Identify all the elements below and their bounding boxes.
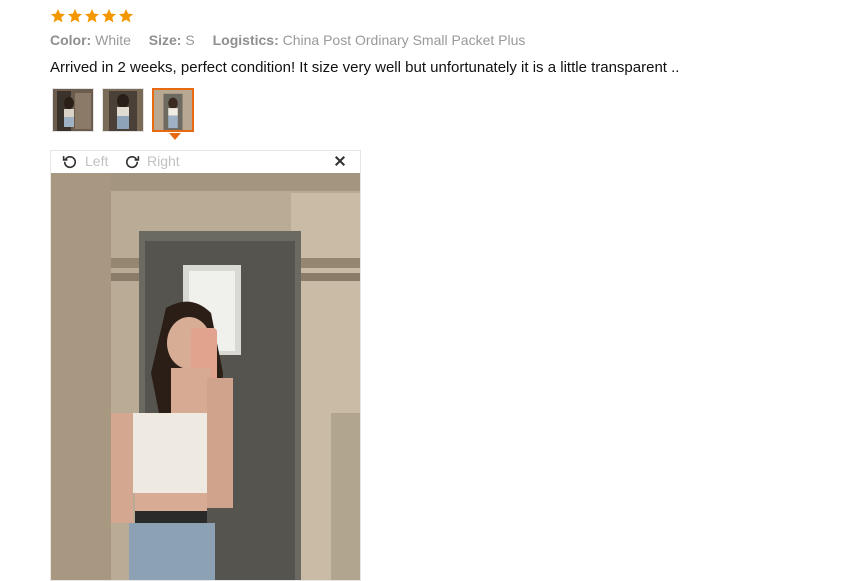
rotate-left-icon — [62, 156, 77, 169]
rotate-right-button[interactable]: Right — [123, 152, 180, 170]
close-viewer-button[interactable] — [332, 152, 348, 170]
thumbnail-image — [154, 90, 192, 130]
order-attributes: Color: White Size: S Logistics: China Po… — [50, 32, 539, 48]
star-icon — [51, 9, 65, 23]
color-label: Color: — [50, 32, 92, 48]
selected-thumbnail-indicator — [169, 133, 181, 140]
thumbnail-2[interactable] — [102, 88, 144, 132]
review-photo — [51, 173, 360, 580]
star-icon — [119, 9, 133, 23]
size-attribute: Size: S — [149, 32, 195, 48]
color-attribute: Color: White — [50, 32, 131, 48]
logistics-attribute: Logistics: China Post Ordinary Small Pac… — [213, 32, 526, 48]
star-icon — [85, 9, 99, 23]
close-icon — [334, 155, 346, 167]
star-icon — [68, 9, 82, 23]
review-text: Arrived in 2 weeks, perfect condition! I… — [50, 59, 680, 76]
thumbnail-3[interactable] — [152, 88, 194, 132]
thumbnail-image — [53, 89, 93, 131]
logistics-label: Logistics: — [212, 32, 279, 48]
rotate-left-label: Left — [85, 153, 109, 169]
rotate-right-icon — [125, 156, 140, 169]
size-value: S — [185, 32, 195, 48]
thumbnail-1[interactable] — [52, 88, 94, 132]
logistics-value: China Post Ordinary Small Packet Plus — [282, 32, 526, 48]
rotate-right-label: Right — [147, 153, 180, 169]
size-label: Size: — [148, 32, 182, 48]
viewer-toolbar: Left Right — [51, 151, 360, 173]
rotate-left-button[interactable]: Left — [61, 152, 108, 170]
color-value: White — [95, 32, 131, 48]
thumbnail-image — [103, 89, 143, 131]
star-icon — [102, 9, 116, 23]
image-viewer: Left Right — [50, 150, 361, 581]
rating-stars — [50, 8, 134, 26]
